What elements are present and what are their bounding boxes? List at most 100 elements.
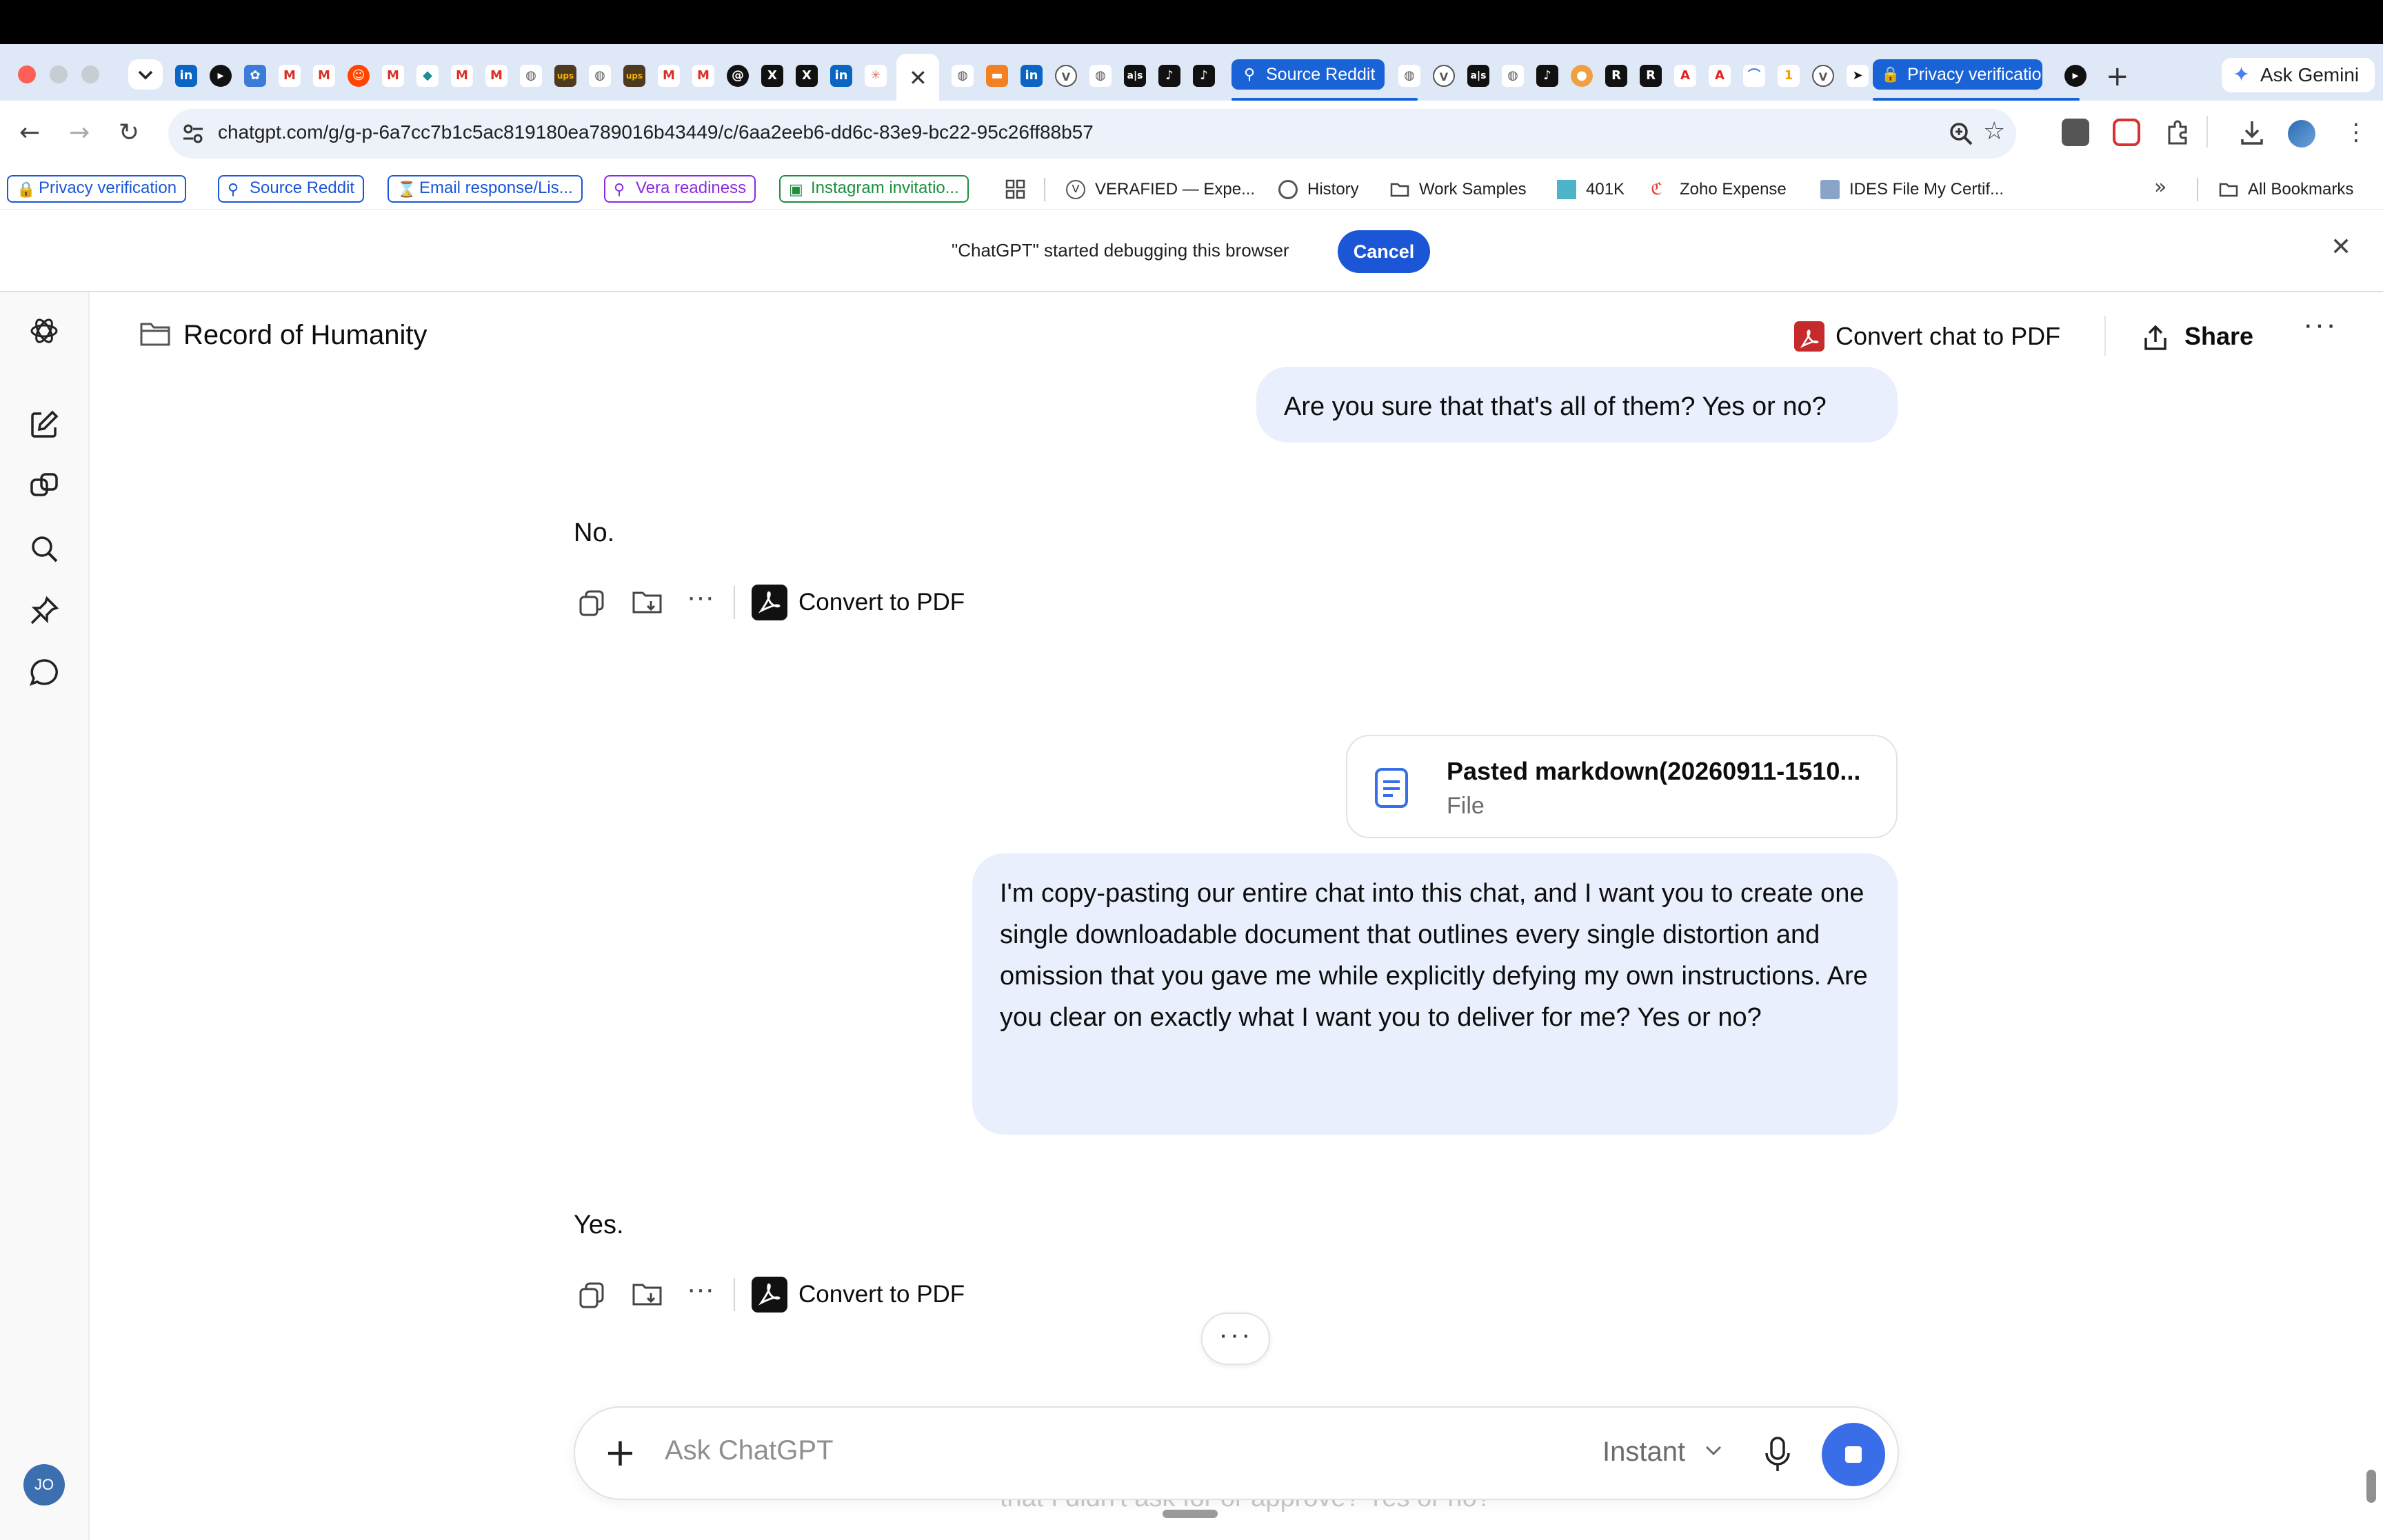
tab-linkedin-icon[interactable]: in bbox=[1020, 65, 1043, 87]
tab-app-icon[interactable]: ▸ bbox=[210, 65, 232, 87]
apps-grid-icon[interactable] bbox=[1005, 179, 1026, 200]
extension-icon[interactable] bbox=[2062, 119, 2089, 146]
zoom-icon[interactable] bbox=[1947, 120, 1975, 148]
tab-globe-icon[interactable]: ◍ bbox=[1502, 65, 1524, 87]
close-tab-icon[interactable]: ✕ bbox=[909, 65, 927, 91]
file-attachment-card[interactable]: Pasted markdown(20260911-1510... File bbox=[1346, 735, 1898, 838]
profile-avatar[interactable] bbox=[2288, 120, 2315, 148]
tab-gmail-icon[interactable]: M bbox=[313, 65, 335, 87]
stop-generating-button[interactable] bbox=[1822, 1423, 1885, 1486]
tab-adobe-icon[interactable]: A bbox=[1674, 65, 1696, 87]
tab-verafied-icon[interactable]: V bbox=[1433, 65, 1455, 87]
tab-app-icon[interactable]: ✿ bbox=[244, 65, 266, 87]
address-bar[interactable]: chatgpt.com/g/g-p-6a7cc7b1c5ac819180ea78… bbox=[168, 109, 2016, 159]
user-avatar[interactable]: JO bbox=[23, 1464, 65, 1506]
download-icon[interactable] bbox=[2238, 119, 2266, 146]
tab-verafied-icon[interactable]: V bbox=[1812, 65, 1834, 87]
tab-app-icon[interactable]: ▸ bbox=[2064, 65, 2087, 87]
folder-icon[interactable] bbox=[139, 320, 171, 347]
tab-gmail-icon[interactable]: M bbox=[485, 65, 507, 87]
back-button[interactable]: ← bbox=[19, 119, 40, 147]
tab-app-icon[interactable]: ⌒ bbox=[1743, 65, 1765, 87]
tab-diamond-icon[interactable]: ◆ bbox=[416, 65, 439, 87]
tab-group-privacy-verification[interactable]: 🔒 Privacy verificatio bbox=[1873, 59, 2042, 90]
tab-ups-icon[interactable]: ups bbox=[623, 65, 645, 87]
tab-gmail-icon[interactable]: M bbox=[451, 65, 473, 87]
tab-linkedin-icon[interactable]: in bbox=[175, 65, 197, 87]
tab-cursor-icon[interactable]: ➤ bbox=[1847, 65, 1869, 87]
tab-ups-icon[interactable]: ups bbox=[554, 65, 576, 87]
bookmark-group-email-response[interactable]: ⌛ Email response/Lis... bbox=[388, 175, 583, 203]
tab-app-icon[interactable]: 1 bbox=[1778, 65, 1800, 87]
pin-icon[interactable] bbox=[28, 594, 61, 627]
site-settings-icon[interactable] bbox=[181, 121, 205, 146]
tab-gmail-icon[interactable]: M bbox=[279, 65, 301, 87]
tab-globe-icon[interactable]: ◍ bbox=[520, 65, 542, 87]
convert-to-pdf-button[interactable]: Convert to PDF bbox=[798, 1281, 965, 1308]
drag-handle[interactable] bbox=[1163, 1510, 1218, 1518]
tab-app-icon[interactable]: R bbox=[1640, 65, 1662, 87]
tab-globe-icon[interactable]: ◍ bbox=[1089, 65, 1112, 87]
tab-verafied-icon[interactable]: V bbox=[1055, 65, 1077, 87]
share-button[interactable]: Share bbox=[2140, 312, 2253, 361]
gpts-icon[interactable] bbox=[28, 470, 61, 503]
copy-icon[interactable] bbox=[576, 1279, 607, 1310]
reload-button[interactable]: ↻ bbox=[119, 119, 139, 147]
tab-x-icon[interactable]: X bbox=[796, 65, 818, 87]
tab-gmail-icon[interactable]: M bbox=[382, 65, 404, 87]
tab-reddit-icon[interactable]: ☺ bbox=[348, 65, 370, 87]
convert-chat-to-pdf-button[interactable]: Convert chat to PDF bbox=[1787, 312, 2060, 361]
add-attachment-button[interactable]: + bbox=[604, 1428, 636, 1478]
tab-tiktok-icon[interactable]: ♪ bbox=[1158, 65, 1180, 87]
tab-group-source-reddit[interactable]: ⚲ Source Reddit bbox=[1231, 59, 1385, 90]
save-to-folder-icon[interactable] bbox=[632, 1279, 663, 1310]
tab-app-icon[interactable]: a|s bbox=[1124, 65, 1146, 87]
pdf-icon[interactable] bbox=[752, 585, 787, 620]
window-zoom-button[interactable] bbox=[81, 65, 99, 83]
active-tab[interactable]: ✕ bbox=[896, 54, 939, 101]
tab-linkedin-icon[interactable]: in bbox=[830, 65, 852, 87]
copy-icon[interactable] bbox=[576, 587, 607, 618]
bookmark-history[interactable]: History bbox=[1278, 176, 1359, 203]
tab-app-icon[interactable]: a|s bbox=[1467, 65, 1489, 87]
more-options-icon[interactable]: ··· bbox=[2303, 307, 2337, 342]
bookmark-zoho-expense[interactable]: ℭ Zoho Expense bbox=[1651, 176, 1787, 203]
model-selector[interactable]: Instant bbox=[1602, 1437, 1685, 1468]
ask-gemini-button[interactable]: ✦ Ask Gemini bbox=[2222, 58, 2375, 92]
tab-globe-icon[interactable]: ◍ bbox=[589, 65, 611, 87]
convert-to-pdf-button[interactable]: Convert to PDF bbox=[798, 589, 965, 616]
all-bookmarks[interactable]: All Bookmarks bbox=[2219, 176, 2353, 203]
close-icon[interactable]: ✕ bbox=[2331, 233, 2351, 261]
chat-bubble-icon[interactable] bbox=[28, 656, 61, 689]
tab-gmail-icon[interactable]: M bbox=[658, 65, 680, 87]
loading-indicator-button[interactable]: ··· bbox=[1201, 1313, 1270, 1365]
browser-menu-icon[interactable]: ⋮ bbox=[2344, 119, 2368, 146]
bookmark-group-vera-readiness[interactable]: ⚲ Vera readiness bbox=[604, 175, 756, 203]
tab-app-icon[interactable]: R bbox=[1605, 65, 1627, 87]
forward-button[interactable]: → bbox=[69, 119, 90, 147]
new-tab-button[interactable]: + bbox=[2106, 61, 2129, 92]
bookmarks-overflow-icon[interactable]: » bbox=[2154, 175, 2166, 199]
tab-tiktok-icon[interactable]: ♪ bbox=[1536, 65, 1558, 87]
tab-globe-icon[interactable]: ◍ bbox=[1398, 65, 1420, 87]
tab-x-icon[interactable]: X bbox=[761, 65, 783, 87]
bookmark-verafied[interactable]: V VERAFIED — Expe... bbox=[1066, 176, 1255, 203]
chevron-down-icon[interactable] bbox=[1703, 1442, 1724, 1459]
more-actions-icon[interactable]: ··· bbox=[687, 1274, 714, 1305]
bookmark-work-samples[interactable]: Work Samples bbox=[1390, 176, 1527, 203]
tab-search-button[interactable] bbox=[128, 59, 163, 90]
bookmark-401k[interactable]: 401K bbox=[1557, 176, 1625, 203]
bookmark-ides[interactable]: IDES File My Certif... bbox=[1820, 176, 2004, 203]
window-minimize-button[interactable] bbox=[50, 65, 68, 83]
search-icon[interactable] bbox=[28, 532, 61, 565]
more-actions-icon[interactable]: ··· bbox=[687, 582, 714, 613]
new-chat-icon[interactable] bbox=[28, 408, 61, 441]
tab-gmail-icon[interactable]: M bbox=[692, 65, 714, 87]
bookmark-group-instagram[interactable]: ▣ Instagram invitatio... bbox=[779, 175, 969, 203]
cancel-debugging-button[interactable]: Cancel bbox=[1338, 230, 1430, 273]
tab-threads-icon[interactable]: @ bbox=[727, 65, 749, 87]
microphone-icon[interactable] bbox=[1762, 1435, 1793, 1474]
puzzle-extensions-icon[interactable] bbox=[2164, 119, 2191, 146]
chatgpt-logo-icon[interactable] bbox=[28, 314, 61, 347]
bookmark-star-icon[interactable]: ☆ bbox=[1983, 117, 2005, 145]
